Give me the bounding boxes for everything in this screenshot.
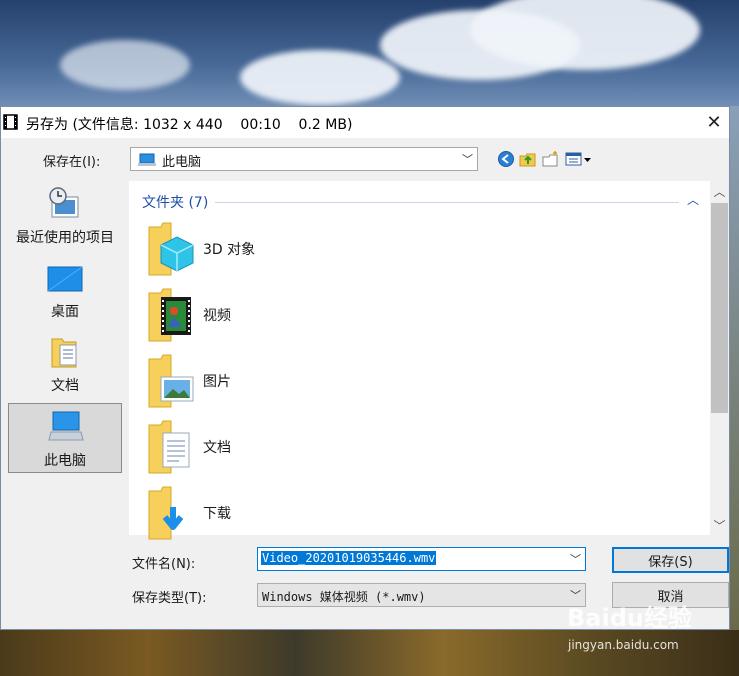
folder-item-documents[interactable]: 文档 <box>147 419 447 475</box>
downloads-folder-icon <box>148 486 184 540</box>
save-button[interactable]: 保存(S) <box>612 547 729 573</box>
videos-folder-icon <box>148 288 191 342</box>
folder-label: 图片 <box>203 374 231 390</box>
group-header-folders[interactable]: 文件夹 (7) <box>142 192 208 212</box>
chevron-down-icon[interactable]: ﹀ <box>570 551 581 567</box>
folder-label: 文档 <box>203 440 231 456</box>
desktop-icon <box>47 266 83 292</box>
close-button[interactable]: ✕ <box>699 109 729 136</box>
save-as-dialog: 另存为 (文件信息: 1032 x 440 00:10 0.2 MB) ✕ 保存… <box>0 106 730 630</box>
cloud-shape <box>240 50 400 105</box>
folder-label: 3D 对象 <box>203 242 256 258</box>
file-list: 文件夹 (7) ︿ 3D 对象 视频 图片 文档 下载 <box>129 181 710 540</box>
group-divider <box>215 202 679 203</box>
save-location-combo[interactable]: 此电脑 ﹀ <box>130 147 478 171</box>
desktop-background-edge <box>730 106 739 630</box>
view-menu-icon[interactable] <box>565 150 593 168</box>
this-pc-icon <box>48 411 84 441</box>
recent-items-icon <box>49 187 79 218</box>
scroll-down-icon[interactable]: ﹀ <box>710 517 729 533</box>
folder-item-downloads[interactable]: 下载 <box>147 485 447 541</box>
place-desktop[interactable]: 桌面 <box>8 255 122 325</box>
3d-objects-folder-icon <box>148 222 194 276</box>
baidu-watermark: Baidu经验 jingyan.baidu.com <box>567 598 727 658</box>
filetype-value: Windows 媒体视频 (*.wmv) <box>262 590 426 604</box>
filename-value: Video_20201019035446.wmv <box>261 551 437 565</box>
folder-item-3d-objects[interactable]: 3D 对象 <box>147 221 447 277</box>
filetype-label: 保存类型(T): <box>132 591 207 606</box>
new-folder-icon[interactable] <box>542 150 560 168</box>
back-icon[interactable] <box>497 150 515 168</box>
places-bar: 最近使用的项目 桌面 文档 此电脑 <box>6 177 124 627</box>
watermark-brand: Baidu经验 <box>567 604 692 632</box>
scroll-up-icon[interactable]: ︿ <box>710 183 729 199</box>
place-recent-items[interactable]: 最近使用的项目 <box>8 181 122 251</box>
documents-icon <box>51 338 77 368</box>
documents-folder-icon <box>148 420 190 474</box>
place-label: 此电脑 <box>44 453 86 469</box>
folder-label: 下载 <box>203 506 231 522</box>
chevron-down-icon: ﹀ <box>462 153 473 166</box>
save-in-label: 保存在(I): <box>43 155 101 170</box>
place-this-pc[interactable]: 此电脑 <box>8 403 122 473</box>
place-label: 桌面 <box>51 304 79 320</box>
cloud-shape <box>60 40 190 90</box>
watermark-url: jingyan.baidu.com <box>568 638 679 652</box>
pictures-folder-icon <box>148 354 194 408</box>
filetype-select[interactable]: Windows 媒体视频 (*.wmv) ﹀ <box>257 583 586 607</box>
place-label: 最近使用的项目 <box>16 230 114 246</box>
scroll-thumb[interactable] <box>711 203 728 413</box>
save-location-value: 此电脑 <box>162 155 202 170</box>
this-pc-small-icon <box>138 153 156 166</box>
title-bar: 另存为 (文件信息: 1032 x 440 00:10 0.2 MB) ✕ <box>1 107 729 138</box>
folder-item-videos[interactable]: 视频 <box>147 287 447 343</box>
film-strip-icon <box>3 114 18 130</box>
place-documents[interactable]: 文档 <box>8 329 122 399</box>
filename-label: 文件名(N): <box>132 557 196 572</box>
collapse-group-icon[interactable]: ︿ <box>687 191 699 208</box>
filename-input[interactable]: Video_20201019035446.wmv ﹀ <box>257 547 586 571</box>
vertical-scrollbar[interactable]: ︿ ﹀ <box>710 181 729 535</box>
up-folder-icon[interactable] <box>519 150 537 168</box>
place-label: 文档 <box>51 378 79 394</box>
folder-item-pictures[interactable]: 图片 <box>147 353 447 409</box>
folder-label: 视频 <box>203 308 231 324</box>
dialog-title: 另存为 (文件信息: 1032 x 440 00:10 0.2 MB) <box>26 117 353 133</box>
